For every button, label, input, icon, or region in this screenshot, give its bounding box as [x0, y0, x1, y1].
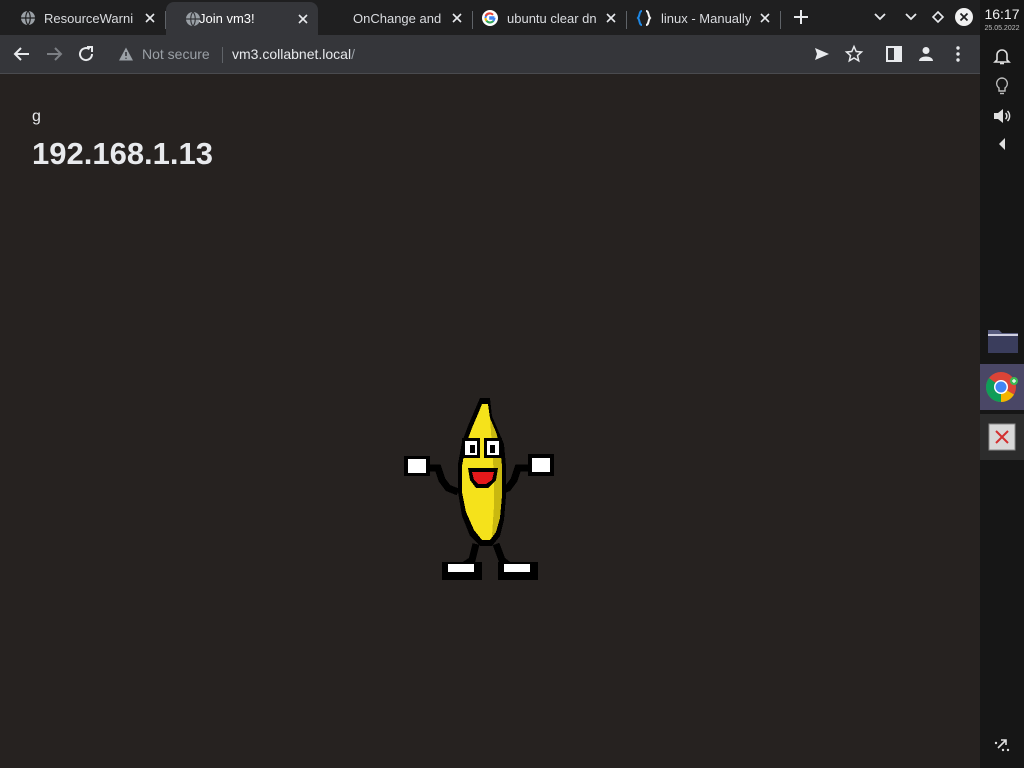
folder-icon	[988, 330, 1018, 353]
page-subtitle: g	[32, 108, 41, 125]
profile-icon[interactable]	[916, 44, 936, 64]
side-panel-icon[interactable]	[884, 44, 904, 64]
send-icon[interactable]	[812, 44, 832, 64]
url-text[interactable]: vm3.collabnet.local/	[232, 46, 355, 62]
url-host: vm3.collabnet.local	[232, 46, 352, 62]
new-tab-plus-icon[interactable]	[793, 9, 809, 25]
tab-linux-manually[interactable]: linux - Manually	[628, 4, 781, 32]
close-icon[interactable]	[760, 13, 770, 23]
reload-icon[interactable]	[76, 44, 96, 64]
chevron-down-icon[interactable]	[872, 9, 888, 25]
system-panel: 16:17 25.05.2022	[980, 0, 1024, 768]
app-close-box-icon	[988, 423, 1016, 451]
dock-app-window[interactable]	[980, 414, 1024, 460]
security-indicator[interactable]: Not secure	[118, 46, 210, 62]
tab-label: ResourceWarning	[44, 10, 134, 26]
security-label: Not secure	[142, 46, 210, 62]
notification-bell-icon[interactable]	[992, 46, 1012, 66]
expand-dots-arrow-icon[interactable]	[992, 734, 1012, 754]
browser-toolbar: Not secure vm3.collabnet.local/	[0, 35, 980, 74]
collapse-arrow-icon[interactable]	[992, 134, 1012, 154]
tab-label: linux - Manually	[661, 10, 751, 26]
close-icon[interactable]	[298, 13, 308, 24]
google-icon	[482, 10, 498, 26]
tab-strip: ResourceWarning Join vm3! OnChange and u…	[0, 0, 980, 35]
tab-separator	[780, 11, 781, 29]
chrome-icon	[985, 372, 1018, 403]
tab-label: Join vm3!	[199, 11, 255, 26]
close-icon[interactable]	[606, 13, 616, 23]
tab-ubuntu-clear-dns[interactable]: ubuntu clear dns	[474, 4, 627, 32]
kebab-menu-icon[interactable]	[948, 44, 968, 64]
lightbulb-icon[interactable]	[992, 76, 1012, 96]
tab-separator	[626, 11, 627, 29]
clock-date: 25.05.2022	[984, 25, 1020, 32]
clock-time[interactable]: 16:17	[980, 6, 1024, 22]
minimize-chevron-icon[interactable]	[903, 9, 919, 25]
tab-label: OnChange and	[353, 10, 442, 26]
dock-file-manager[interactable]	[980, 318, 1024, 364]
warning-triangle-icon	[119, 47, 133, 61]
omnibox-separator	[222, 47, 223, 63]
close-icon[interactable]	[452, 13, 462, 23]
forward-arrow-icon[interactable]	[44, 44, 64, 64]
window-close-icon[interactable]	[955, 8, 973, 26]
tab-join-vm3[interactable]: Join vm3!	[166, 2, 318, 35]
dancing-banana-image	[404, 398, 554, 580]
maximize-diamond-icon[interactable]	[930, 9, 946, 25]
star-icon[interactable]	[844, 44, 864, 64]
tab-resourcewarning[interactable]: ResourceWarning	[0, 4, 166, 32]
page-content: g 192.168.1.13	[0, 74, 980, 768]
tab-onchange[interactable]: OnChange and	[320, 4, 473, 32]
tab-label: ubuntu clear dns	[507, 10, 597, 26]
address-bar[interactable]: Not secure vm3.collabnet.local/	[108, 39, 798, 69]
globe-icon	[21, 10, 35, 26]
volume-icon[interactable]	[992, 106, 1012, 126]
close-icon[interactable]	[145, 13, 155, 23]
page-title: 192.168.1.13	[32, 136, 214, 171]
tab-separator	[472, 11, 473, 29]
url-path: /	[351, 46, 355, 62]
back-arrow-icon[interactable]	[12, 44, 32, 64]
braces-icon	[636, 10, 652, 26]
dock-chrome[interactable]	[980, 364, 1024, 410]
